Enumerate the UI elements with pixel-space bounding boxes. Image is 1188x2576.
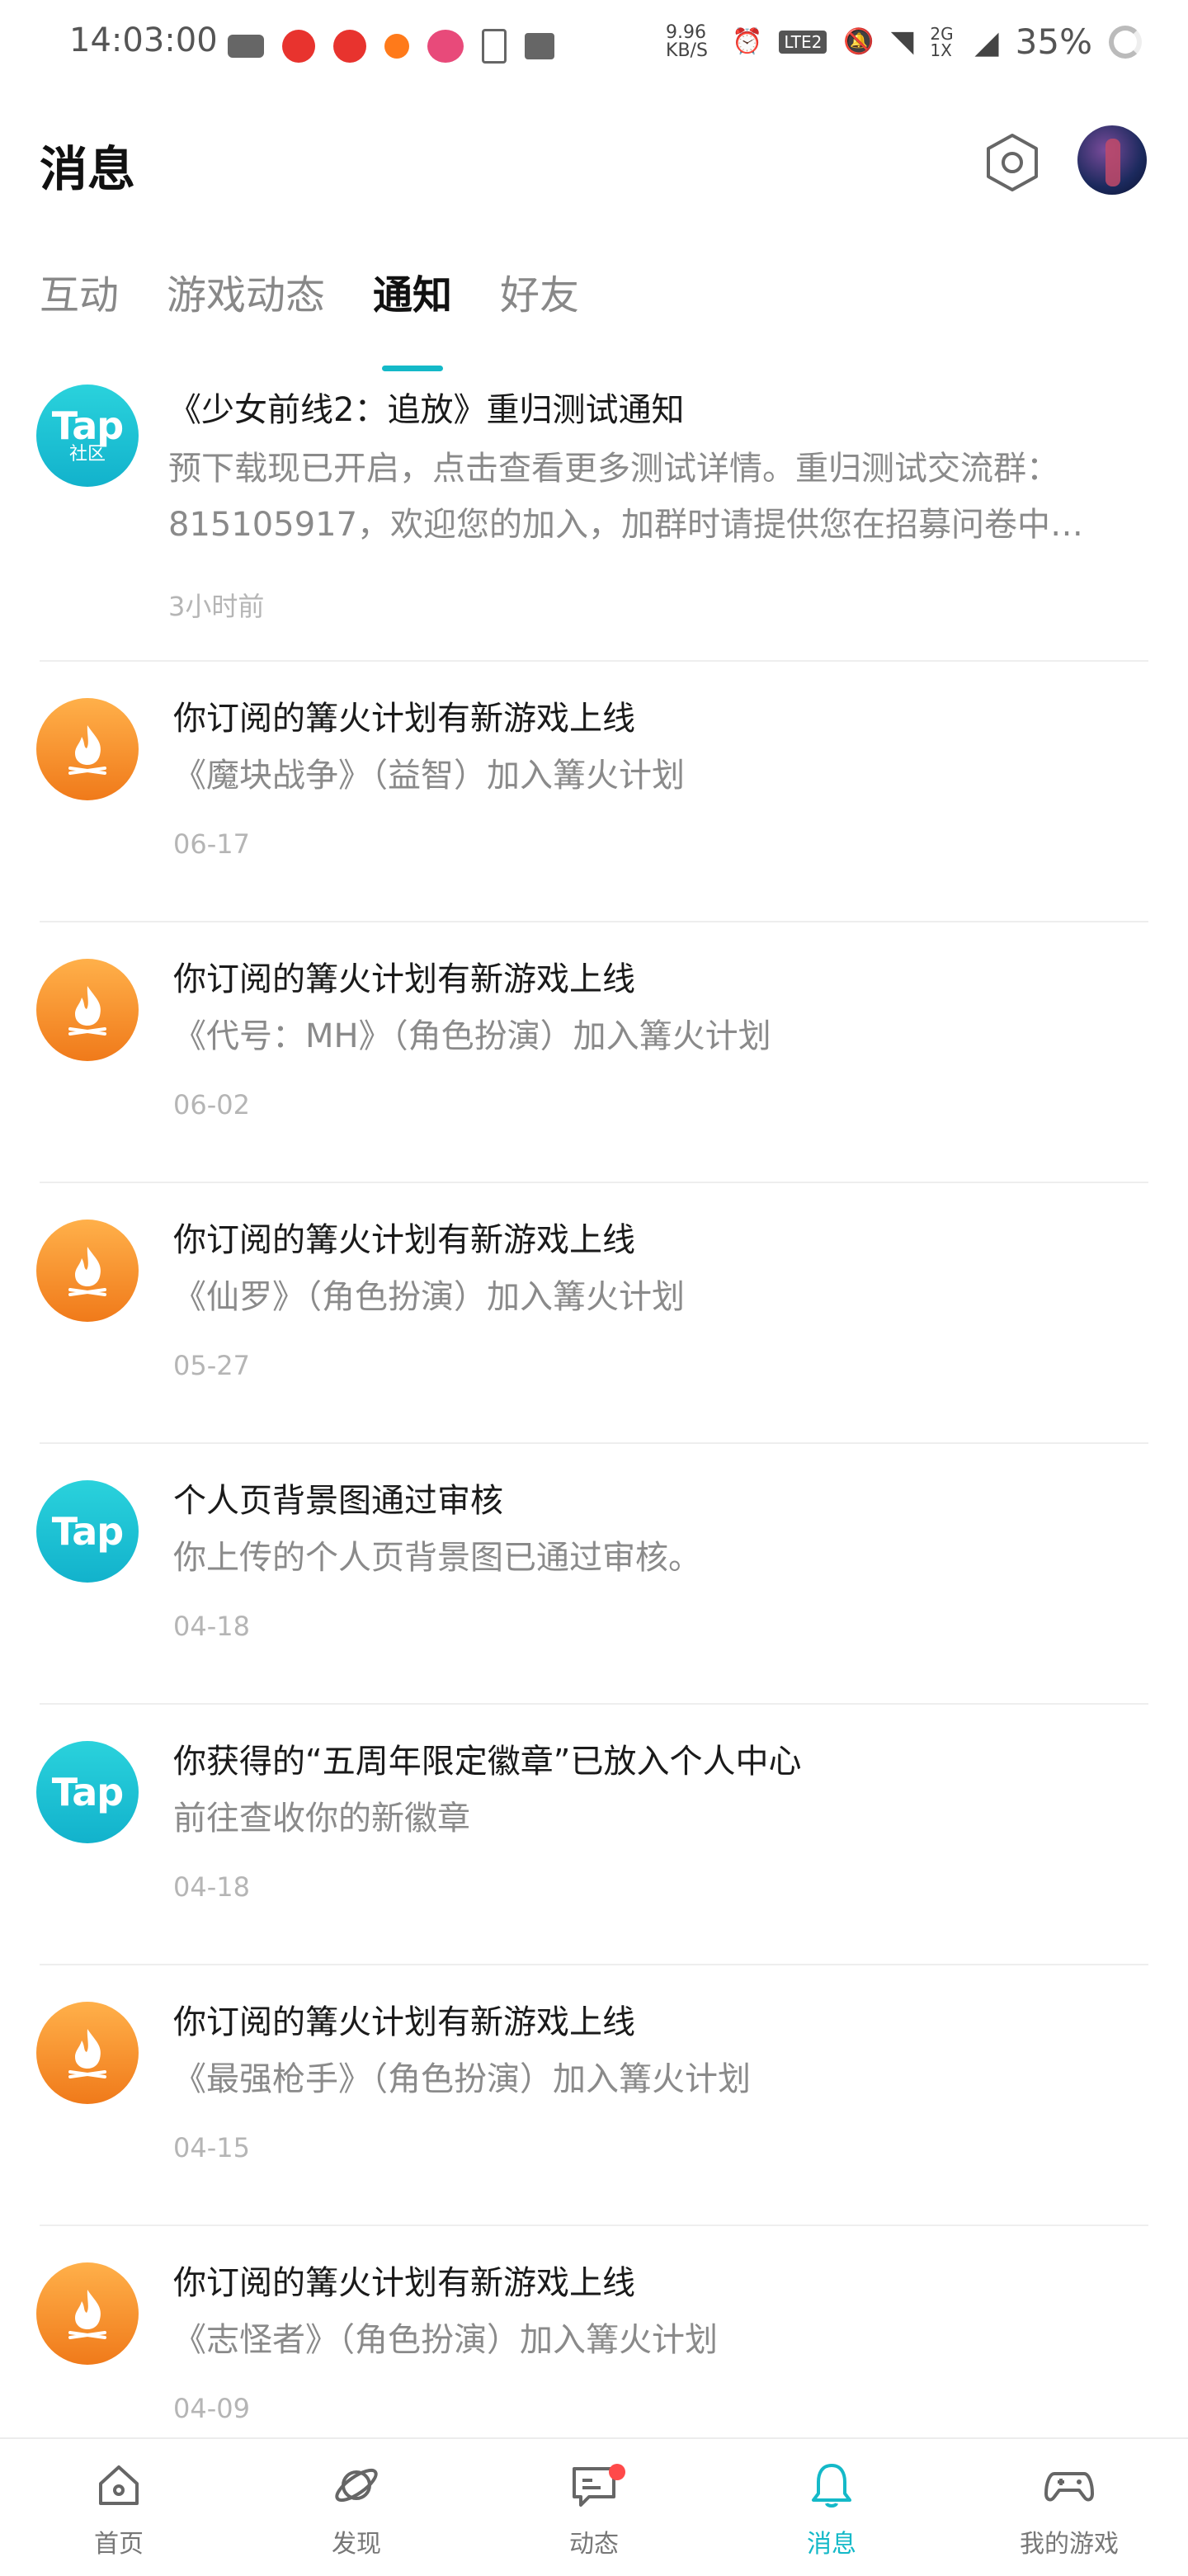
notification-title: 个人页背景图通过审核 xyxy=(173,1482,503,1520)
notification-title: 你订阅的篝火计划有新游戏上线 xyxy=(173,700,635,738)
campfire-icon xyxy=(36,2262,139,2365)
nav-my-games[interactable]: 我的游戏 xyxy=(950,2439,1188,2576)
signal-label: 2G 1X xyxy=(930,23,954,60)
notification-time: 04-15 xyxy=(173,2132,250,2163)
weibo-icon xyxy=(282,30,315,63)
notification-time: 04-18 xyxy=(173,1871,250,1903)
tab-game-updates[interactable]: 游戏动态 xyxy=(167,262,325,320)
notification-title: 你订阅的篝火计划有新游戏上线 xyxy=(173,1221,635,1259)
list-item[interactable]: 你订阅的篝火计划有新游戏上线 《魔块战争》（益智）加入篝火计划 06-17 xyxy=(36,662,1148,922)
notification-time: 04-18 xyxy=(173,1611,250,1642)
nav-feed[interactable]: 动态 xyxy=(475,2439,713,2576)
gamepad-notif-icon xyxy=(228,35,264,58)
notification-title: 你订阅的篝火计划有新游戏上线 xyxy=(173,2003,635,2041)
battery-icon xyxy=(1109,25,1142,59)
image-icon xyxy=(525,33,554,59)
tap-icon: Tap xyxy=(36,1480,139,1583)
bell-icon xyxy=(812,2464,851,2508)
bottom-nav: 首页 发现 动态 消息 我的游戏 xyxy=(0,2437,1188,2576)
battery-percent: 35% xyxy=(1015,21,1092,62)
weibo-icon-2 xyxy=(333,30,366,63)
notification-title: 你订阅的篝火计划有新游戏上线 xyxy=(173,2264,635,2302)
campfire-icon xyxy=(36,698,139,800)
settings-icon[interactable] xyxy=(982,132,1043,193)
status-time: 14:03:00 xyxy=(69,21,218,59)
alarm-icon: ⏰ xyxy=(732,27,763,56)
nav-my-games-label: 我的游戏 xyxy=(1020,2530,1119,2559)
signal-icon: ◢ xyxy=(974,23,999,60)
unread-badge xyxy=(609,2464,625,2480)
notification-body: 你上传的个人页背景图已通过审核。 xyxy=(173,1539,701,1577)
tap-community-icon: Tap 社区 xyxy=(36,385,139,487)
tab-friends[interactable]: 好友 xyxy=(500,262,579,320)
notification-title: 你获得的“五周年限定徽章”已放入个人中心 xyxy=(173,1743,802,1781)
notification-icons xyxy=(228,23,554,69)
nav-home[interactable]: 首页 xyxy=(0,2439,238,2576)
notification-time: 06-02 xyxy=(173,1089,250,1121)
gamepad-icon xyxy=(1044,2472,1094,2502)
nav-messages[interactable]: 消息 xyxy=(713,2439,950,2576)
notification-time: 04-09 xyxy=(173,2393,250,2424)
notification-time: 3小时前 xyxy=(168,591,265,622)
list-item[interactable]: 你订阅的篝火计划有新游戏上线 《最强枪手》（角色扮演）加入篝火计划 04-15 xyxy=(36,1965,1148,2226)
status-bar: 14:03:00 9.96 KB/S ⏰ LTE2 🔕 ◥ 2G 1X ◢ 35… xyxy=(0,0,1188,91)
message-tabs: 互动 游戏动态 通知 好友 xyxy=(40,262,579,320)
list-item[interactable]: 你订阅的篝火计划有新游戏上线 《代号：MH》（角色扮演）加入篝火计划 06-02 xyxy=(36,922,1148,1183)
page-title: 消息 xyxy=(40,141,136,197)
list-item[interactable]: Tap 社区 《少女前线2：追放》重归测试通知 预下载现已开启，点击查看更多测试… xyxy=(36,355,1148,662)
notification-body: 《代号：MH》（角色扮演）加入篝火计划 xyxy=(173,1017,771,1055)
notification-time: 05-27 xyxy=(173,1350,250,1381)
nav-feed-label: 动态 xyxy=(569,2530,619,2559)
volte-icon: LTE2 xyxy=(779,30,827,54)
campfire-icon xyxy=(36,2002,139,2104)
notification-title: 你订阅的篝火计划有新游戏上线 xyxy=(173,960,635,998)
notification-body: 预下载现已开启，点击查看更多测试详情。重归测试交流群：815105917，欢迎您… xyxy=(168,450,1084,544)
notification-body: 《最强枪手》（角色扮演）加入篝火计划 xyxy=(173,2060,751,2098)
tab-interaction[interactable]: 互动 xyxy=(40,262,119,320)
campfire-icon xyxy=(36,959,139,1061)
planet-icon xyxy=(335,2468,378,2503)
tap-icon: Tap xyxy=(36,1741,139,1843)
download-icon xyxy=(482,29,507,64)
notification-title: 《少女前线2：追放》重归测试通知 xyxy=(168,391,685,429)
notification-list: Tap 社区 《少女前线2：追放》重归测试通知 预下载现已开启，点击查看更多测试… xyxy=(0,355,1188,2485)
notification-time: 06-17 xyxy=(173,828,250,860)
notification-body: 《仙罗》（角色扮演）加入篝火计划 xyxy=(173,1278,685,1316)
nav-home-label: 首页 xyxy=(94,2530,144,2559)
campfire-icon xyxy=(36,1220,139,1322)
cloud-app-icon xyxy=(427,30,464,63)
list-item[interactable]: Tap 你获得的“五周年限定徽章”已放入个人中心 前往查收你的新徽章 04-18 xyxy=(36,1705,1148,1965)
notification-body: 前往查收你的新徽章 xyxy=(173,1800,470,1838)
list-item[interactable]: Tap 个人页背景图通过审核 你上传的个人页背景图已通过审核。 04-18 xyxy=(36,1444,1148,1705)
home-icon xyxy=(99,2465,139,2505)
nav-messages-label: 消息 xyxy=(807,2530,856,2559)
orange-app-icon xyxy=(384,34,409,59)
notification-body: 《魔块战争》（益智）加入篝火计划 xyxy=(173,757,685,795)
nav-discover[interactable]: 发现 xyxy=(238,2439,475,2576)
system-indicators: 9.96 KB/S ⏰ LTE2 🔕 ◥ 2G 1X ◢ 35% xyxy=(666,21,1142,62)
nav-discover-label: 发现 xyxy=(332,2530,381,2559)
avatar[interactable] xyxy=(1077,125,1147,195)
wifi-icon: ◥ xyxy=(890,25,914,59)
list-item[interactable]: 你订阅的篝火计划有新游戏上线 《仙罗》（角色扮演）加入篝火计划 05-27 xyxy=(36,1183,1148,1444)
mute-icon: 🔕 xyxy=(843,27,874,56)
network-speed: 9.96 KB/S xyxy=(666,21,708,61)
tab-notifications[interactable]: 通知 xyxy=(373,262,452,320)
notification-body: 《志怪者》（角色扮演）加入篝火计划 xyxy=(173,2321,718,2359)
